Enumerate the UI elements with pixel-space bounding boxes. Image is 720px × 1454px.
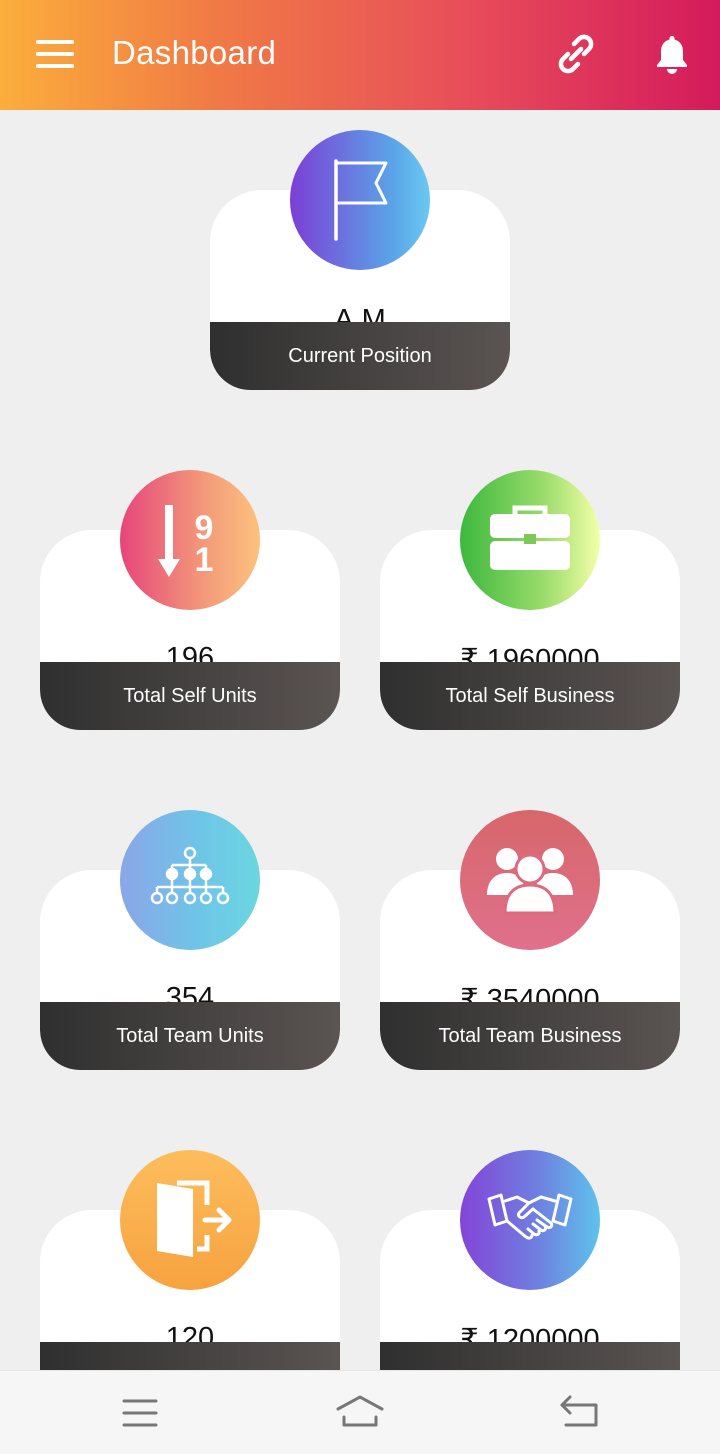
briefcase-icon [460, 470, 600, 610]
svg-text:1: 1 [195, 541, 214, 579]
team-business-label: Total Team Business [380, 1002, 680, 1070]
link-icon[interactable] [556, 34, 596, 74]
current-position-card[interactable]: A.M Current Position [210, 130, 510, 390]
app: Dashboard A.M Current Position 196 Total… [0, 0, 720, 1454]
flag-icon [290, 130, 430, 270]
hamburger-menu-icon[interactable] [36, 40, 76, 70]
total-team-business-card[interactable]: ₹ 3540000 Total Team Business [380, 810, 680, 1070]
sort-numeric-desc-icon: 9 1 [120, 470, 260, 610]
page-title: Dashboard [112, 34, 277, 71]
total-self-business-card[interactable]: ₹ 1960000 Total Self Business [380, 470, 680, 730]
self-business-label: Total Self Business [380, 662, 680, 730]
hierarchy-icon [120, 810, 260, 950]
home-icon[interactable] [336, 1391, 384, 1435]
position-label: Current Position [210, 322, 510, 390]
bell-icon[interactable] [652, 32, 692, 76]
menu-icon[interactable] [116, 1391, 164, 1435]
total-team-units-card[interactable]: 354 Total Team Units [40, 810, 340, 1070]
team-icon [460, 810, 600, 950]
back-icon[interactable] [556, 1391, 604, 1435]
app-header: Dashboard [0, 0, 720, 110]
team-units-label: Total Team Units [40, 1002, 340, 1070]
self-units-label: Total Self Units [40, 662, 340, 730]
total-self-units-card[interactable]: 196 Total Self Units 9 1 [40, 470, 340, 730]
handshake-icon [460, 1150, 600, 1290]
exit-door-icon [120, 1150, 260, 1290]
system-navigation-bar [0, 1370, 720, 1454]
